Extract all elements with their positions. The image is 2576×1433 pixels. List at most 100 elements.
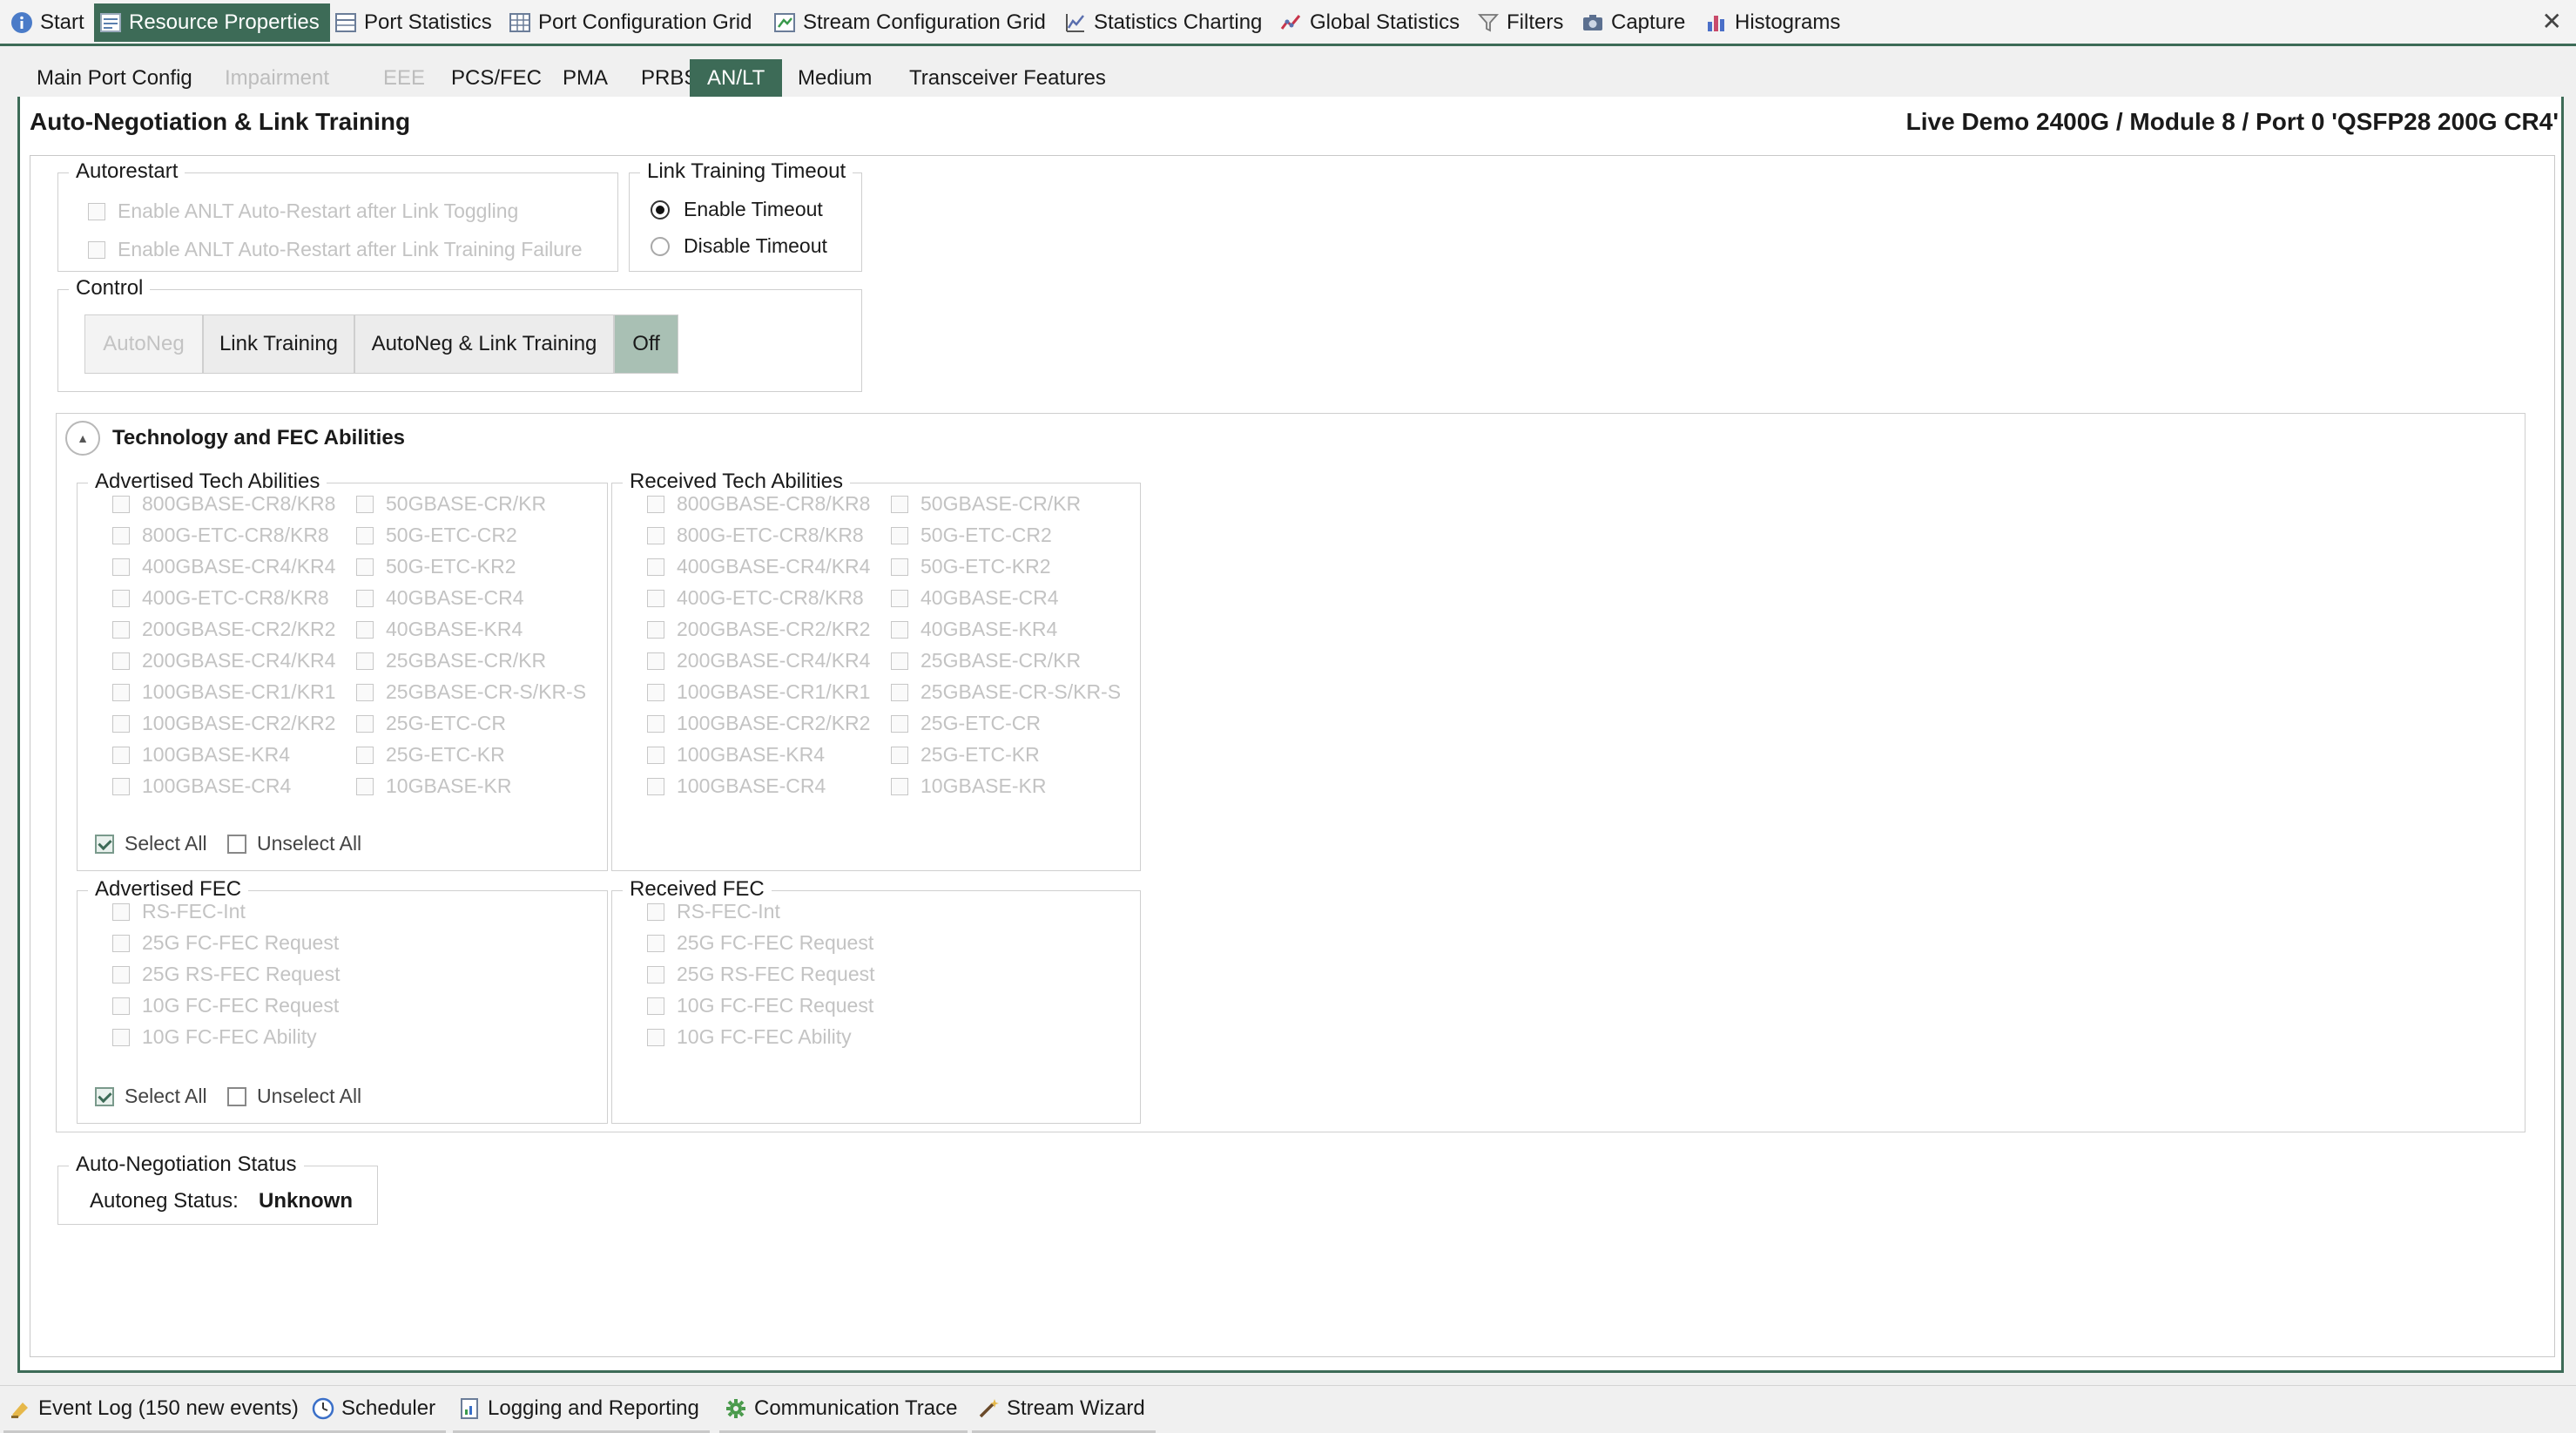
subtab-transceiver-features[interactable]: Transceiver Features [892, 59, 1123, 98]
subtab-pcs-fec[interactable]: PCS/FEC [434, 59, 559, 98]
disable-timeout-radio[interactable]: Disable Timeout [651, 234, 827, 258]
tab-label: Event Log (150 new events) [38, 1396, 299, 1420]
main-toolbar: Start Resource Properties Port Statistic… [0, 0, 2576, 46]
ability-checkbox-row: 800GBASE-CR8/KR8 [647, 492, 870, 516]
ability-checkbox-row: 200GBASE-CR2/KR2 [112, 618, 335, 641]
checkbox [112, 558, 130, 576]
ability-label: 25GBASE-CR-S/KR-S [920, 680, 1122, 703]
tab-label: Scheduler [341, 1396, 436, 1420]
tab-capture[interactable]: Capture [1576, 5, 1685, 40]
subtab-an-lt[interactable]: AN/LT [690, 59, 783, 98]
checkbox-unchecked[interactable] [227, 1086, 246, 1106]
tab-logging-reporting[interactable]: Logging and Reporting [453, 1386, 710, 1433]
ability-checkbox-row: 100GBASE-CR1/KR1 [647, 680, 870, 704]
checkbox [112, 902, 130, 921]
tab-scheduler[interactable]: Scheduler [307, 1386, 447, 1433]
tab-event-log[interactable]: Event Log (150 new events) [3, 1386, 309, 1433]
checkbox-checked[interactable] [95, 834, 114, 854]
ability-label: 25GBASE-CR/KR [920, 649, 1082, 672]
stream-grid-icon [774, 13, 795, 32]
ability-checkbox-row: 200GBASE-CR4/KR4 [647, 649, 870, 673]
tab-communication-trace[interactable]: Communication Trace [719, 1386, 968, 1433]
ability-label: 25G RS-FEC Request [677, 963, 875, 985]
checkbox [647, 1028, 664, 1046]
tab-stream-wizard[interactable]: Stream Wizard [972, 1386, 1156, 1433]
histogram-icon [1708, 16, 1724, 31]
tab-resource-properties[interactable]: Resource Properties [94, 3, 330, 42]
link-training-button[interactable]: Link Training [203, 314, 354, 374]
collapse-chevron-up-icon[interactable]: ▲ [65, 421, 100, 456]
ability-checkbox-row: RS-FEC-Int [112, 900, 246, 923]
tab-stream-configuration-grid[interactable]: Stream Configuration Grid [768, 5, 1046, 40]
tab-port-statistics[interactable]: Port Statistics [329, 5, 492, 40]
autoneg-button: AutoNeg [84, 314, 203, 374]
bottom-panel-bar: Event Log (150 new events) Scheduler Log… [0, 1385, 2576, 1433]
ability-checkbox-row: 25G-ETC-KR [891, 743, 1040, 767]
autoneg-link-training-button[interactable]: AutoNeg & Link Training [354, 314, 614, 374]
checkbox-checked[interactable] [95, 1086, 114, 1106]
ability-label: 100GBASE-CR1/KR1 [677, 680, 871, 703]
checkbox [356, 526, 374, 544]
ability-label: 50GBASE-CR/KR [920, 492, 1082, 515]
checkbox [112, 997, 130, 1015]
checkbox [647, 997, 664, 1015]
ability-checkbox-row: 50G-ETC-CR2 [891, 524, 1052, 547]
radio-button[interactable] [651, 236, 670, 256]
tab-statistics-charting[interactable]: Statistics Charting [1059, 5, 1262, 40]
tab-histograms[interactable]: Histograms [1700, 5, 1840, 40]
advertised-select-all[interactable]: Select All [95, 832, 207, 855]
close-icon[interactable]: ✕ [2542, 7, 2562, 36]
clock-icon [312, 1397, 334, 1419]
autorestart-legend: Autorestart [69, 159, 185, 184]
select-all-label: Select All [125, 832, 207, 855]
ability-checkbox-row: 10G FC-FEC Request [112, 994, 339, 1017]
checkbox [356, 652, 374, 670]
ability-checkbox-row: 40GBASE-CR4 [356, 586, 524, 610]
subtab-pma[interactable]: PMA [545, 59, 625, 98]
tab-label: Filters [1507, 10, 1564, 34]
advertised-fec-select-all[interactable]: Select All [95, 1085, 207, 1108]
checkbox [112, 620, 130, 639]
ability-label: 40GBASE-CR4 [386, 586, 524, 609]
checkbox [112, 652, 130, 670]
ability-checkbox-row: 10G FC-FEC Request [647, 994, 873, 1017]
tab-filters[interactable]: Filters [1472, 5, 1563, 40]
checkbox [647, 777, 664, 795]
off-button[interactable]: Off [614, 314, 678, 374]
enable-timeout-radio[interactable]: Enable Timeout [651, 198, 823, 221]
ability-checkbox-row: 400G-ETC-CR8/KR8 [112, 586, 329, 610]
received-fec-legend: Received FEC [623, 877, 772, 902]
ability-label: 40GBASE-KR4 [386, 618, 523, 640]
ability-label: 50G-ETC-KR2 [386, 555, 516, 578]
radio-button[interactable] [651, 199, 670, 220]
subtab-main-port-config[interactable]: Main Port Config [19, 59, 210, 98]
checkbox [112, 1028, 130, 1046]
checkbox [891, 589, 908, 607]
ability-label: 25G FC-FEC Request [142, 931, 340, 954]
ability-checkbox-row: 100GBASE-CR1/KR1 [112, 680, 335, 704]
tab-label: Global Statistics [1310, 10, 1460, 34]
ability-checkbox-row: 10GBASE-KR [891, 774, 1046, 798]
tab-port-configuration-grid[interactable]: Port Configuration Grid [503, 5, 752, 40]
advertised-unselect-all[interactable]: Unselect All [227, 832, 361, 855]
ability-label: 400G-ETC-CR8/KR8 [677, 586, 864, 609]
advertised-fec-unselect-all[interactable]: Unselect All [227, 1085, 361, 1108]
ability-label: 50G-ETC-CR2 [386, 524, 517, 546]
received-tech-group: Received Tech Abilities 800GBASE-CR8/KR8… [611, 470, 1141, 871]
enable-autorestart-lt-failure-checkbox: Enable ANLT Auto-Restart after Link Trai… [88, 238, 583, 261]
tab-start[interactable]: Start [5, 5, 84, 40]
ability-label: 50GBASE-CR/KR [386, 492, 547, 515]
tab-label: Statistics Charting [1094, 10, 1263, 34]
checkbox [356, 683, 374, 701]
control-group: Control AutoNeg Link Training AutoNeg & … [57, 276, 862, 392]
checkbox [891, 714, 908, 733]
advertised-fec-legend: Advertised FEC [88, 877, 249, 902]
tab-label: Logging and Reporting [488, 1396, 699, 1420]
checkbox-unchecked[interactable] [227, 834, 246, 854]
ability-checkbox-row: 40GBASE-CR4 [891, 586, 1059, 610]
ability-label: 25G-ETC-KR [920, 743, 1040, 766]
tab-global-statistics[interactable]: Global Statistics [1275, 5, 1460, 40]
ability-label: RS-FEC-Int [677, 900, 780, 923]
checkbox [647, 558, 664, 576]
subtab-medium[interactable]: Medium [780, 59, 889, 98]
